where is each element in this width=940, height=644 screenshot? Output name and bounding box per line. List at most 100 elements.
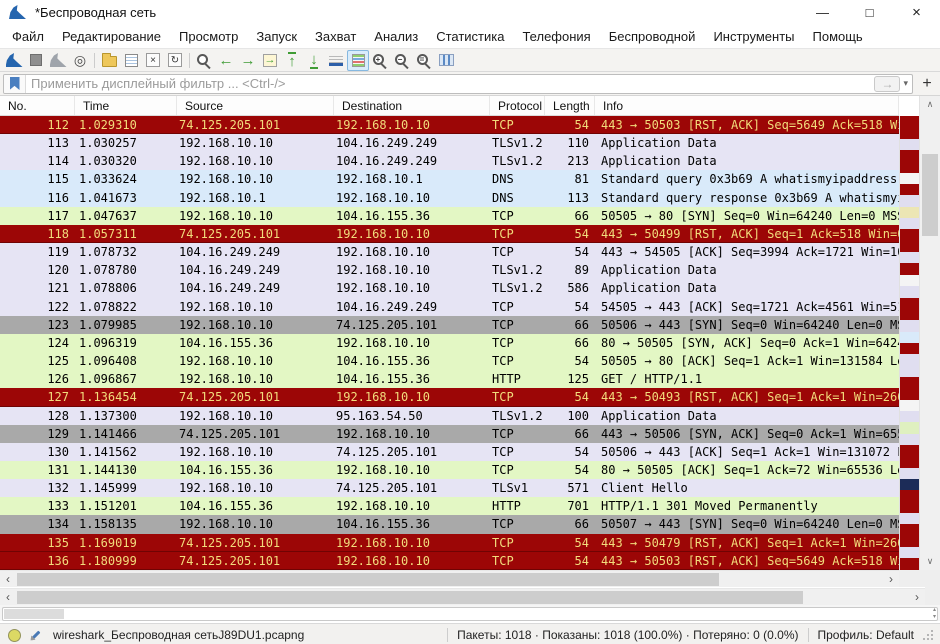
hscroll-track-2[interactable] [16, 589, 909, 605]
go-back-button[interactable]: ← [215, 50, 237, 71]
hscroll-thumb-2[interactable] [17, 591, 803, 604]
column-header-source[interactable]: Source [177, 96, 334, 115]
packet-row[interactable]: 1131.030257192.168.10.10104.16.249.249TL… [0, 134, 899, 152]
menu-item-tools[interactable]: Инструменты [704, 29, 803, 44]
packet-row[interactable]: 1161.041673192.168.10.1192.168.10.10DNS1… [0, 189, 899, 207]
column-header-no[interactable]: No. [0, 96, 75, 115]
intelligent-scrollbar-minimap[interactable] [899, 116, 919, 570]
packet-row[interactable]: 1191.078732104.16.249.249192.168.10.10TC… [0, 243, 899, 261]
secondary-hscrollbar[interactable]: ‹ › [0, 588, 925, 605]
colorize-button[interactable] [347, 50, 369, 71]
cell-src: 192.168.10.10 [177, 134, 334, 152]
cell-time: 1.029310 [75, 116, 177, 134]
filter-bookmark-button[interactable] [4, 75, 26, 93]
minimap-stripe [900, 400, 919, 411]
apply-filter-button[interactable]: → [874, 76, 900, 92]
packet-row[interactable]: 1121.02931074.125.205.101192.168.10.10TC… [0, 116, 899, 134]
minimize-button[interactable]: — [799, 0, 846, 24]
maximize-button[interactable]: □ [846, 0, 893, 24]
save-file-icon [125, 54, 138, 67]
hscroll-track-1[interactable] [16, 571, 883, 587]
packet-row[interactable]: 1151.033624192.168.10.10192.168.10.1DNS8… [0, 170, 899, 188]
packet-row[interactable]: 1141.030320192.168.10.10104.16.249.249TL… [0, 152, 899, 170]
packet-row[interactable]: 1241.096319104.16.155.36192.168.10.10TCP… [0, 334, 899, 352]
stop-capture-button[interactable] [25, 50, 47, 71]
column-header-time[interactable]: Time [75, 96, 177, 115]
add-filter-button[interactable]: + [917, 74, 937, 94]
expert-info-icon[interactable] [8, 629, 21, 642]
column-header-info[interactable]: Info [595, 96, 899, 115]
packet-row[interactable]: 1351.16901974.125.205.101192.168.10.10TC… [0, 534, 899, 552]
menu-item-edit[interactable]: Редактирование [53, 29, 170, 44]
packet-list-hscrollbar[interactable]: ‹ › [0, 570, 899, 587]
menu-item-capture[interactable]: Захват [306, 29, 365, 44]
packet-row[interactable]: 1251.096408192.168.10.10104.16.155.36TCP… [0, 352, 899, 370]
zoom-out-button[interactable]: − [391, 50, 413, 71]
tiny-down-icon[interactable]: ▾ [933, 614, 936, 621]
open-file-button[interactable] [98, 50, 120, 71]
packet-row[interactable]: 1311.144130104.16.155.36192.168.10.10TCP… [0, 461, 899, 479]
start-capture-button[interactable] [3, 50, 25, 71]
zoom-in-button[interactable]: + [369, 50, 391, 71]
scroll-left-icon[interactable]: ‹ [0, 589, 16, 605]
packet-row[interactable]: 1171.047637192.168.10.10104.16.155.36TCP… [0, 207, 899, 225]
zoom-100-button[interactable]: = [413, 50, 435, 71]
packet-row[interactable]: 1261.096867192.168.10.10104.16.155.36HTT… [0, 370, 899, 388]
packet-row[interactable]: 1331.151201104.16.155.36192.168.10.10HTT… [0, 497, 899, 515]
reload-file-button[interactable]: ↻ [164, 50, 186, 71]
find-packet-button[interactable] [193, 50, 215, 71]
close-button[interactable]: × [893, 0, 940, 24]
menu-item-go[interactable]: Запуск [247, 29, 306, 44]
save-file-button[interactable] [120, 50, 142, 71]
menu-item-view[interactable]: Просмотр [170, 29, 247, 44]
packet-row[interactable]: 1181.05731174.125.205.101192.168.10.10TC… [0, 225, 899, 243]
resize-grip[interactable] [922, 629, 934, 642]
column-header-destination[interactable]: Destination [334, 96, 490, 115]
go-top-button[interactable]: ↑ [281, 50, 303, 71]
menu-item-statistics[interactable]: Статистика [427, 29, 513, 44]
autoscroll-button[interactable] [325, 50, 347, 71]
packet-row[interactable]: 1321.145999192.168.10.1074.125.205.101TL… [0, 479, 899, 497]
display-filter-field[interactable]: → ▾ [3, 74, 913, 94]
resize-columns-button[interactable] [435, 50, 457, 71]
packet-row[interactable]: 1291.14146674.125.205.101192.168.10.10TC… [0, 425, 899, 443]
capture-comment-icon[interactable] [29, 629, 41, 641]
menu-item-help[interactable]: Помощь [804, 29, 872, 44]
packet-row[interactable]: 1221.078822192.168.10.10104.16.249.249TC… [0, 298, 899, 316]
column-header-length[interactable]: Length [545, 96, 595, 115]
restart-capture-button[interactable] [47, 50, 69, 71]
capture-options-button[interactable]: ◎ [69, 50, 91, 71]
collapsed-pane-arrows[interactable]: ▴ ▾ [933, 607, 936, 621]
packet-row[interactable]: 1281.137300192.168.10.1095.163.54.50TLSv… [0, 407, 899, 425]
menu-item-analyze[interactable]: Анализ [365, 29, 427, 44]
collapsed-pane-thumb[interactable] [4, 609, 64, 619]
menu-item-file[interactable]: Файл [3, 29, 53, 44]
go-to-packet-button[interactable]: → [259, 50, 281, 71]
scroll-down-icon[interactable]: ∨ [927, 556, 934, 567]
filter-dropdown-caret[interactable]: ▾ [903, 78, 908, 89]
menu-item-telephony[interactable]: Телефония [513, 29, 599, 44]
packet-row[interactable]: 1201.078780104.16.249.249192.168.10.10TL… [0, 261, 899, 279]
packet-row[interactable]: 1271.13645474.125.205.101192.168.10.10TC… [0, 388, 899, 406]
menu-item-wireless[interactable]: Беспроводной [600, 29, 705, 44]
go-forward-button[interactable]: → [237, 50, 259, 71]
hscroll-thumb-1[interactable] [17, 573, 719, 586]
column-header-protocol[interactable]: Protocol [490, 96, 545, 115]
packet-row[interactable]: 1211.078806104.16.249.249192.168.10.10TL… [0, 279, 899, 297]
display-filter-input[interactable] [26, 76, 874, 91]
packet-row[interactable]: 1341.158135192.168.10.10104.16.155.36TCP… [0, 515, 899, 533]
close-file-button[interactable]: × [142, 50, 164, 71]
vertical-scrollbar-thumb[interactable] [922, 154, 938, 236]
packet-row[interactable]: 1231.079985192.168.10.1074.125.205.101TC… [0, 316, 899, 334]
scroll-right-icon[interactable]: › [909, 589, 925, 605]
packet-row[interactable]: 1361.18099974.125.205.101192.168.10.10TC… [0, 552, 899, 570]
scroll-left-icon[interactable]: ‹ [0, 571, 16, 587]
profile-label[interactable]: Профиль: Default [818, 628, 915, 642]
go-bottom-button[interactable]: ↓ [303, 50, 325, 71]
vertical-scrollbar[interactable]: ∧ ∨ [919, 96, 940, 570]
scroll-up-icon[interactable]: ∧ [927, 99, 934, 110]
tiny-up-icon[interactable]: ▴ [933, 607, 936, 614]
scroll-right-icon[interactable]: › [883, 571, 899, 587]
packet-row[interactable]: 1301.141562192.168.10.1074.125.205.101TC… [0, 443, 899, 461]
collapsed-pane-scrollbar[interactable]: ▴ ▾ [2, 607, 938, 621]
